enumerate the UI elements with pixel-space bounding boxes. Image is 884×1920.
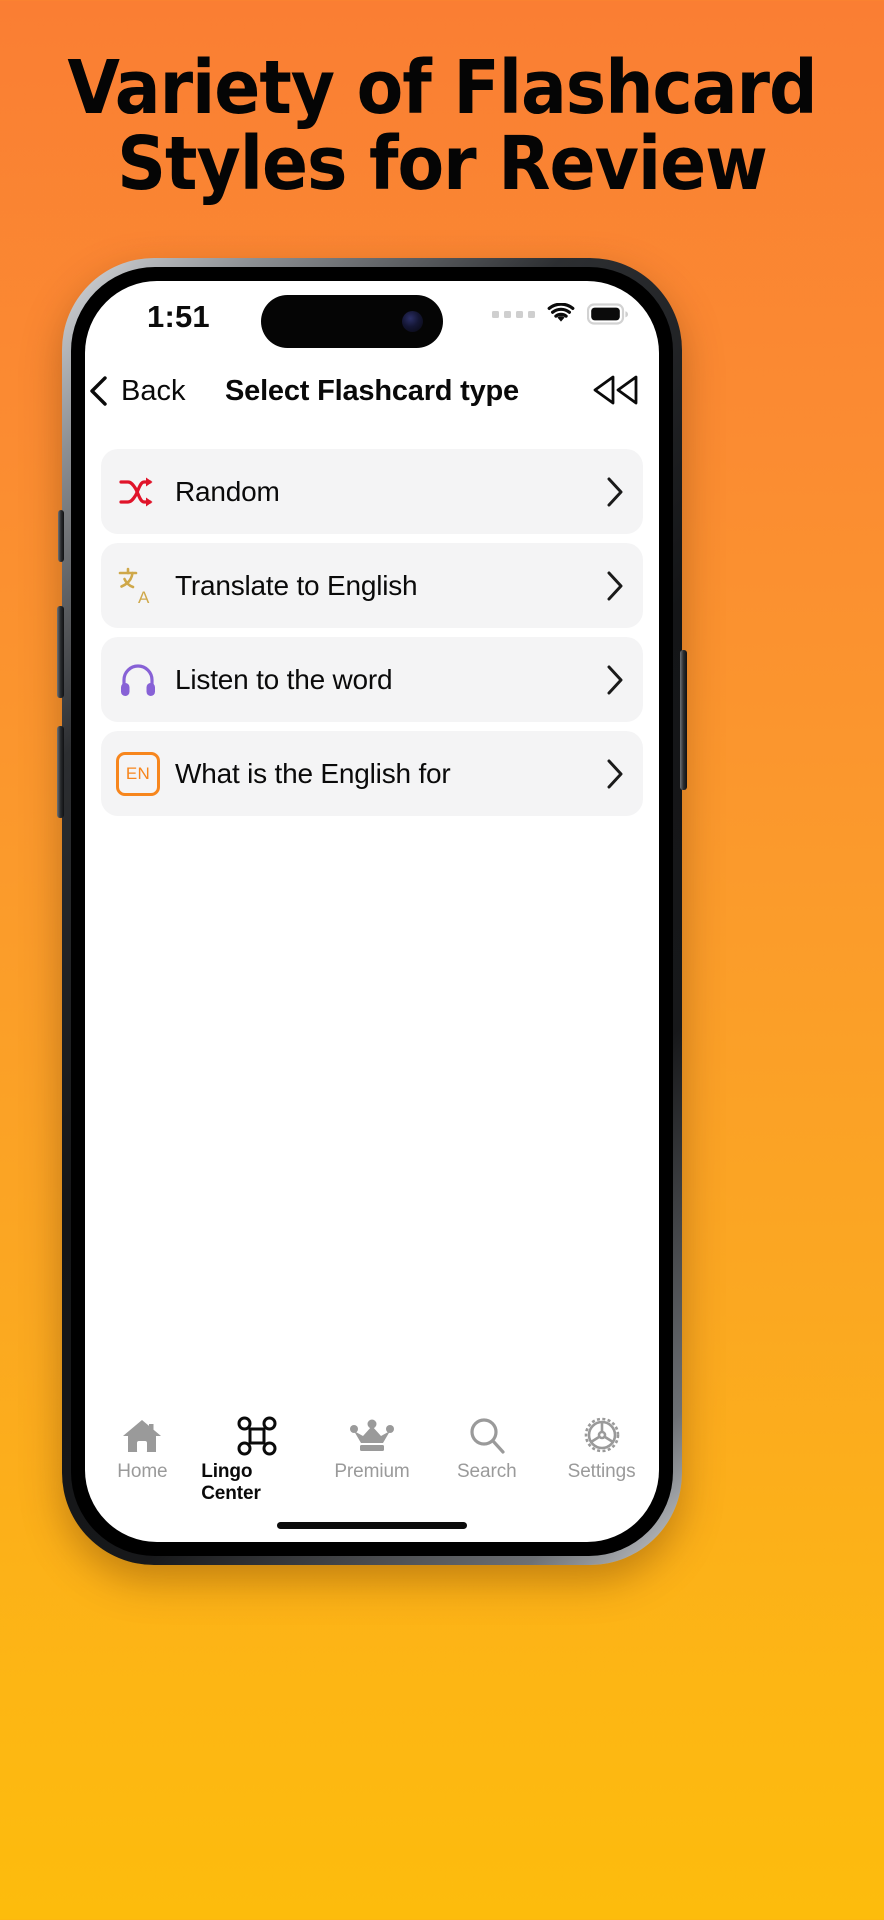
shuffle-icon — [101, 475, 175, 509]
rewind-icon — [593, 375, 638, 405]
home-indicator[interactable] — [277, 1522, 467, 1529]
chevron-right-icon — [587, 569, 643, 603]
power-button[interactable] — [680, 650, 687, 790]
status-bar: 1:51 — [85, 281, 659, 357]
en-badge-text: EN — [116, 751, 160, 796]
volume-up-button[interactable] — [57, 606, 64, 698]
status-time: 1:51 — [147, 299, 210, 334]
chevron-right-icon — [587, 475, 643, 509]
gear-icon — [580, 1410, 624, 1456]
list-item-label: Random — [175, 475, 280, 507]
headline-line-2: Styles for Review — [117, 121, 768, 207]
battery-full-icon — [587, 303, 628, 325]
tab-bar: Home Lingo Center Premium Search Setting… — [85, 1406, 659, 1505]
phone-mockup: 1:51 Back Select Flashcard type Random A… — [57, 258, 687, 1565]
list-item-random[interactable]: Random — [101, 449, 643, 534]
search-icon — [466, 1410, 508, 1456]
home-icon — [120, 1410, 164, 1456]
headphones-icon — [101, 661, 175, 699]
tab-label: Search — [456, 1461, 517, 1482]
tab-label: Lingo Center — [201, 1461, 261, 1504]
list-item-listen-to-the-word[interactable]: Listen to the word — [101, 637, 643, 722]
list-item-label: Translate to English — [175, 569, 418, 601]
phone-bezel: 1:51 Back Select Flashcard type Random A… — [71, 267, 673, 1556]
signal-dots-icon — [492, 310, 535, 318]
tab-label: Premium — [334, 1461, 410, 1482]
tab-label: Home — [117, 1461, 168, 1482]
list-item-label: What is the English for — [175, 757, 451, 789]
translate-icon: A — [101, 565, 175, 607]
navigation-bar: Back Select Flashcard type — [85, 365, 659, 427]
svg-text:A: A — [138, 588, 150, 607]
tab-premium[interactable]: Premium — [316, 1410, 428, 1483]
volume-down-button[interactable] — [57, 726, 64, 818]
tab-search[interactable]: Search — [431, 1410, 543, 1483]
tab-label: Settings — [567, 1461, 636, 1482]
front-camera-icon — [402, 311, 423, 332]
silent-switch[interactable] — [58, 510, 64, 562]
list-item-what-is-the-english-for[interactable]: EN What is the English for — [101, 731, 643, 816]
headline-line-1: Variety of Flashcard — [67, 45, 817, 131]
page-title: Select Flashcard type — [225, 375, 519, 407]
status-indicators — [492, 303, 629, 325]
promo-headline: Variety of Flashcard Styles for Review — [0, 50, 884, 202]
tab-settings[interactable]: Settings — [546, 1410, 658, 1483]
wifi-icon — [547, 303, 575, 322]
chevron-right-icon — [587, 663, 643, 697]
phone-screen: 1:51 Back Select Flashcard type Random A… — [85, 281, 659, 1542]
crown-icon — [349, 1410, 395, 1456]
chevron-right-icon — [587, 757, 643, 791]
flashcard-type-list: Random A Translate to English Listen to … — [101, 449, 643, 825]
rewind-button[interactable] — [589, 373, 641, 412]
command-icon — [235, 1410, 279, 1456]
list-item-label: Listen to the word — [175, 663, 393, 695]
tab-home[interactable]: Home — [86, 1410, 198, 1483]
en-badge-icon: EN — [101, 751, 175, 796]
dynamic-island — [261, 295, 443, 348]
tab-lingo-center[interactable]: Lingo Center — [201, 1410, 313, 1505]
list-item-translate-to-english[interactable]: A Translate to English — [101, 543, 643, 628]
